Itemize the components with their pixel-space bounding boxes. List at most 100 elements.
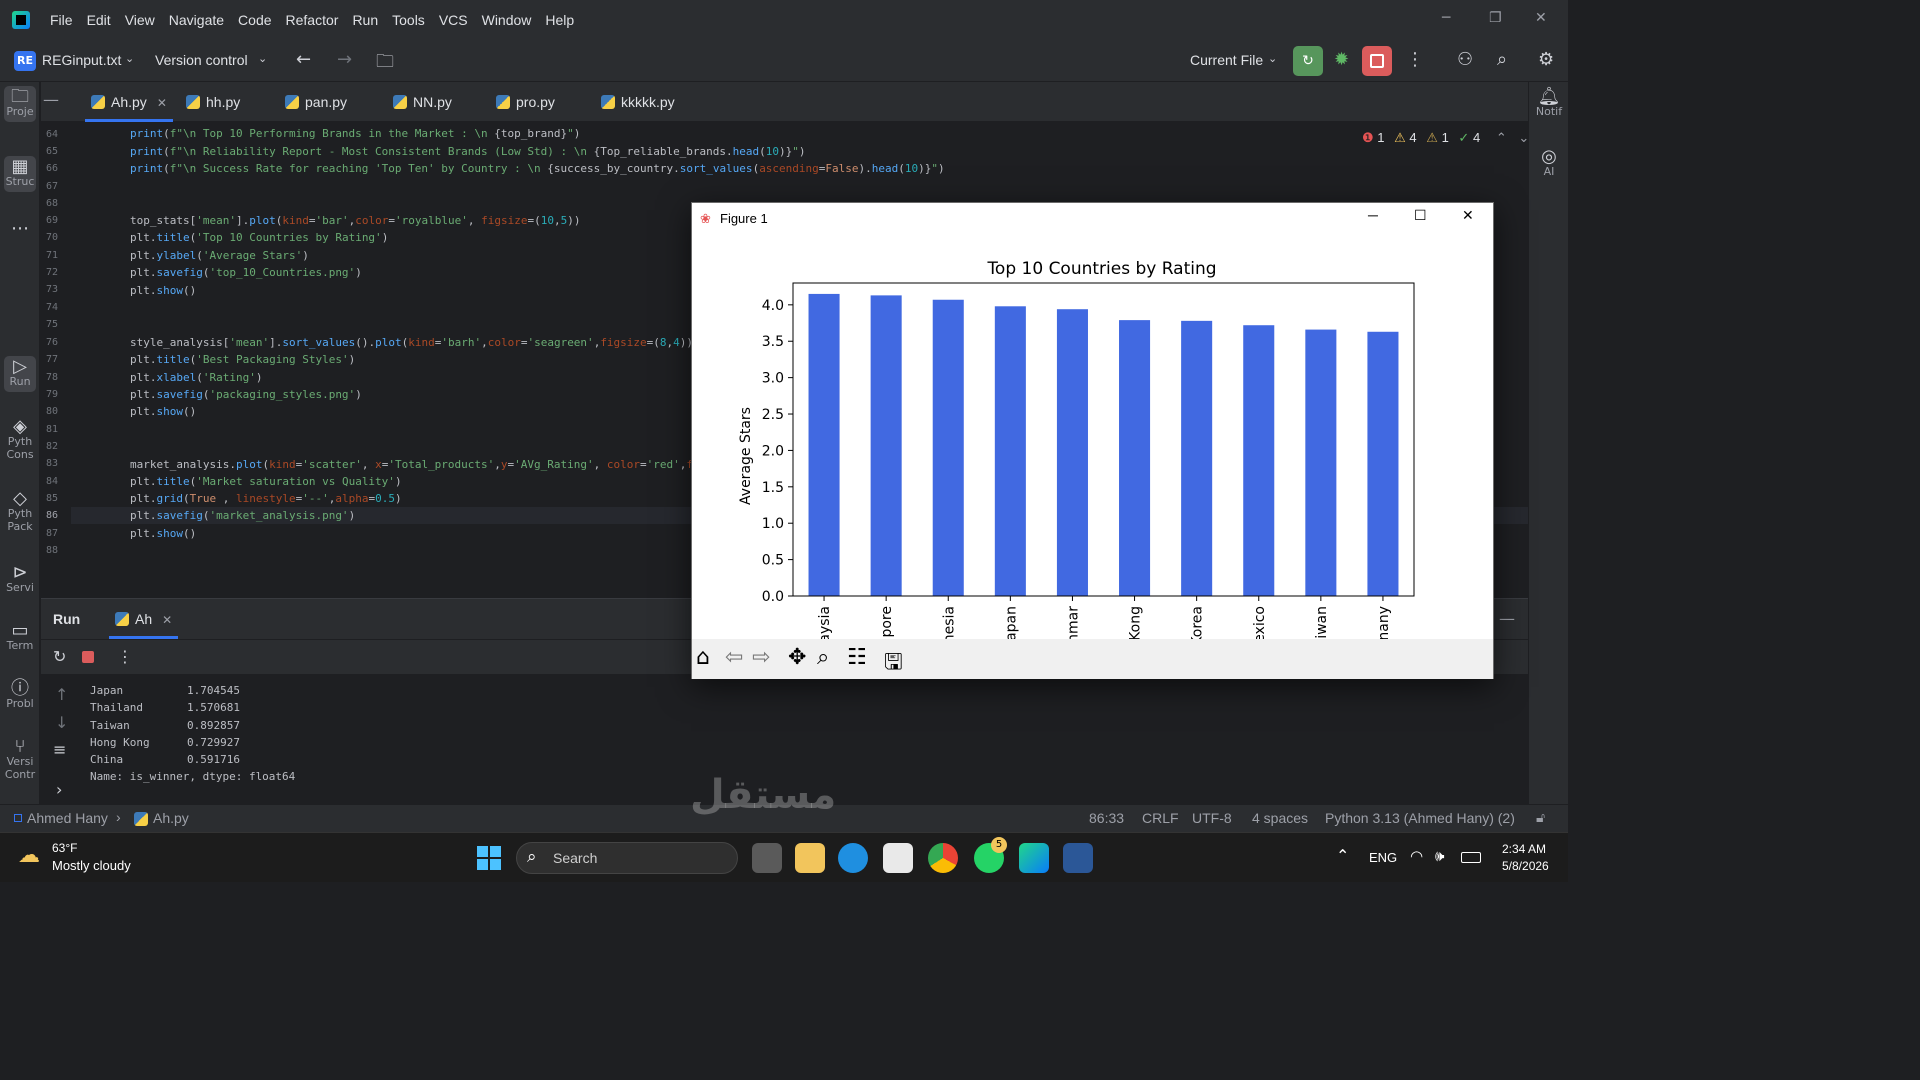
ai-assistant-tool-button[interactable]: ◎ AI	[1533, 148, 1565, 179]
add-user-icon[interactable]: ⚇	[1457, 49, 1473, 70]
tab-kkkkk-py[interactable]: kkkkk.py	[601, 82, 675, 122]
chevron-down-icon[interactable]: ⌄	[1518, 130, 1529, 145]
tab-hh-py[interactable]: hh.py	[186, 82, 240, 122]
expand-arrow-icon[interactable]: ›	[56, 780, 62, 799]
inspection-widget[interactable]: ❶ 1 ⚠ 4 ⚠ 1 ✓ 4 ⌃ ⌄	[1362, 130, 1529, 146]
figure-maximize-icon[interactable]: ☐	[1414, 207, 1427, 224]
chevron-up-icon[interactable]: ⌃	[1496, 130, 1507, 145]
rerun-icon[interactable]: ↻	[53, 647, 66, 666]
tab-pan-py[interactable]: pan.py	[285, 82, 347, 122]
indent-setting[interactable]: 4 spaces	[1252, 810, 1308, 826]
folder-icon[interactable]: 🗀	[376, 49, 394, 79]
chrome-icon[interactable]	[928, 843, 958, 873]
menu-tools[interactable]: Tools	[392, 12, 425, 28]
restore-icon[interactable]: ❐	[1489, 10, 1502, 26]
breadcrumb-file[interactable]: Ah.py	[153, 810, 189, 826]
version-control-menu[interactable]: Version control	[155, 52, 248, 68]
volume-icon[interactable]: 🕪︎	[1435, 847, 1444, 865]
project-selector[interactable]: REGinput.txt	[42, 52, 121, 68]
menu-refactor[interactable]: Refactor	[286, 12, 339, 28]
more-options-icon[interactable]: ⋮	[1406, 49, 1424, 70]
python-packages-tool-button[interactable]: ◇ Pyth Pack	[4, 490, 36, 534]
minimize-icon[interactable]: ─	[1442, 10, 1450, 26]
structure-tool-button[interactable]: ▦ Struc	[4, 156, 36, 192]
menu-window[interactable]: Window	[482, 12, 532, 28]
edge-browser-icon[interactable]	[838, 843, 868, 873]
whatsapp-icon[interactable]: 5	[974, 837, 1007, 873]
menu-navigate[interactable]: Navigate	[169, 12, 224, 28]
run-tool-button[interactable]: ▷ Run	[4, 356, 36, 392]
lock-icon[interactable]: 🔓︎	[1536, 809, 1545, 826]
save-figure-icon[interactable]: 🖫︎	[884, 645, 903, 683]
caret-position[interactable]: 86:33	[1089, 810, 1124, 826]
tab-pro-py[interactable]: pro.py	[496, 82, 555, 122]
line-separator[interactable]: CRLF	[1142, 810, 1179, 826]
python-console-tool-button[interactable]: ◈ Pyth Cons	[4, 418, 36, 462]
rerun-button[interactable]: ↻	[1293, 46, 1323, 76]
stop-button[interactable]	[1362, 46, 1392, 76]
settings-gear-icon[interactable]: ⚙	[1538, 49, 1554, 70]
y-tick-label: 3.0	[762, 371, 784, 387]
file-explorer-icon[interactable]	[795, 843, 825, 873]
chevron-up-icon[interactable]: ⌃	[1336, 846, 1349, 865]
windows-start-icon[interactable]	[477, 846, 501, 870]
clock-time[interactable]: 2:34 AM	[1502, 842, 1546, 856]
home-icon[interactable]: ⌂	[696, 645, 710, 670]
run-tab-ah[interactable]: Ah ✕	[109, 599, 179, 639]
breadcrumb-project[interactable]: Ahmed Hany	[27, 810, 108, 826]
pycharm-taskbar-icon[interactable]	[1019, 843, 1049, 873]
output-line: Japan 1.704545	[90, 684, 240, 697]
notifications-tool-button[interactable]: 🔔︎ Notif	[1533, 88, 1565, 119]
menu-code[interactable]: Code	[238, 12, 271, 28]
clock-date[interactable]: 5/8/2026	[1502, 859, 1549, 873]
tab-ah-py[interactable]: Ah.py ✕	[85, 82, 173, 122]
stop-icon[interactable]	[82, 651, 94, 663]
battery-icon[interactable]	[1461, 852, 1481, 863]
wifi-icon[interactable]: ◠	[1410, 847, 1423, 865]
pan-move-icon[interactable]: ✥	[788, 645, 806, 670]
terminal-tool-button[interactable]: ▭ Term	[4, 622, 36, 653]
menu-vcs[interactable]: VCS	[439, 12, 468, 28]
back-arrow-icon[interactable]: ⇦	[725, 645, 743, 670]
python-figure-taskbar-icon[interactable]	[1063, 843, 1093, 873]
hide-panel-icon[interactable]: —	[1499, 609, 1515, 628]
debug-bug-icon[interactable]: ✹	[1334, 49, 1349, 70]
problems-tool-button[interactable]: ⓘ Probl	[4, 680, 36, 711]
menu-edit[interactable]: Edit	[87, 12, 111, 28]
close-icon[interactable]: ✕	[1535, 10, 1547, 26]
services-tool-button[interactable]: ⊳ Servi	[4, 564, 36, 595]
taskbar-search-box[interactable]: ⌕ Search	[516, 842, 738, 874]
close-tab-icon[interactable]: ✕	[157, 96, 167, 110]
scroll-up-arrow-icon[interactable]: ↑	[55, 685, 68, 704]
menu-view[interactable]: View	[125, 12, 155, 28]
more-options-icon[interactable]: ⋮	[117, 647, 133, 666]
language-indicator[interactable]: ENG	[1369, 850, 1397, 865]
collapse-icon[interactable]: —	[43, 90, 59, 109]
run-config-selector[interactable]: Current File	[1190, 52, 1263, 68]
figure-close-icon[interactable]: ✕	[1462, 207, 1474, 224]
line-number: 70	[46, 232, 59, 243]
soft-wrap-icon[interactable]: ≡	[53, 740, 66, 759]
version-control-tool-button[interactable]: ⑂ Versi Contr	[4, 738, 36, 782]
more-tools-icon[interactable]: ⋯	[4, 220, 36, 238]
zoom-icon[interactable]: ⌕	[817, 645, 829, 670]
search-icon[interactable]: ⌕	[1497, 49, 1507, 70]
forward-arrow-icon[interactable]: →	[337, 49, 352, 70]
menu-run[interactable]: Run	[352, 12, 378, 28]
figure-minimize-icon[interactable]: ─	[1368, 207, 1378, 223]
code-line: style_analysis['mean'].sort_values().plo…	[130, 336, 694, 349]
weather-cloud-icon[interactable]: ☁	[18, 843, 40, 868]
task-view-icon[interactable]	[752, 843, 782, 873]
tab-nn-py[interactable]: NN.py	[393, 82, 452, 122]
microsoft-store-icon[interactable]	[883, 843, 913, 873]
file-encoding[interactable]: UTF-8	[1192, 810, 1232, 826]
menu-help[interactable]: Help	[545, 12, 574, 28]
configure-subplots-icon[interactable]: ☷	[847, 645, 867, 670]
menu-file[interactable]: File	[50, 12, 73, 28]
close-tab-icon[interactable]: ✕	[162, 613, 172, 627]
scroll-down-arrow-icon[interactable]: ↓	[55, 713, 68, 732]
project-tool-button[interactable]: 🗀 Proje	[4, 86, 36, 122]
back-arrow-icon[interactable]: ←	[296, 49, 311, 70]
python-interpreter[interactable]: Python 3.13 (Ahmed Hany) (2)	[1325, 810, 1515, 826]
forward-arrow-icon[interactable]: ⇨	[752, 645, 770, 670]
